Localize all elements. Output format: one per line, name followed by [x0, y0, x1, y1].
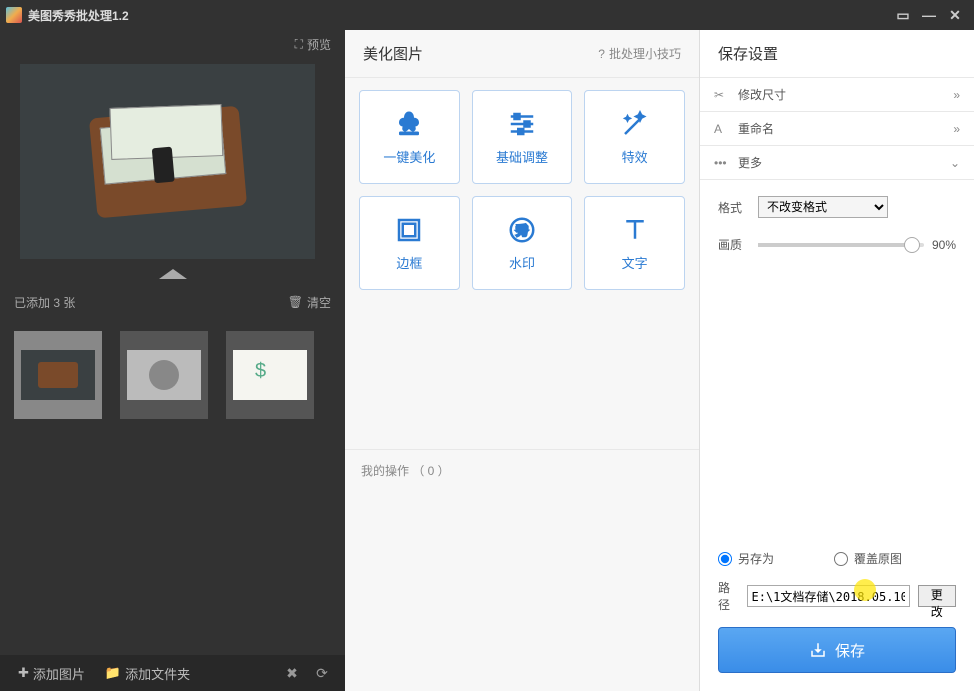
- save-icon: [809, 641, 827, 659]
- tool-text[interactable]: 文字: [584, 196, 685, 290]
- quality-label: 画质: [718, 236, 758, 253]
- sliders-icon: [507, 109, 537, 139]
- text-icon: [620, 215, 650, 245]
- add-folder-button[interactable]: 📁 添加文件夹: [97, 660, 198, 687]
- add-image-label: 添加图片: [33, 664, 85, 683]
- svg-text:秀: 秀: [516, 224, 529, 238]
- accordion-more[interactable]: ••• 更多 ⌄: [700, 146, 974, 180]
- tool-text-label: 文字: [622, 253, 648, 272]
- minimize-button[interactable]: —: [916, 5, 942, 25]
- path-input[interactable]: [747, 585, 910, 607]
- add-folder-label: 添加文件夹: [125, 664, 190, 683]
- add-image-button[interactable]: ✚ 添加图片: [10, 660, 93, 687]
- plus-icon: ✚: [18, 665, 29, 681]
- tool-adjust[interactable]: 基础调整: [472, 90, 573, 184]
- tool-watermark[interactable]: 秀 水印: [472, 196, 573, 290]
- rename-icon: A: [714, 122, 730, 136]
- path-label: 路径: [718, 579, 739, 613]
- thumbnail-3[interactable]: $: [226, 331, 314, 419]
- slider-knob[interactable]: [904, 237, 920, 253]
- tool-effects[interactable]: 特效: [584, 90, 685, 184]
- tool-adjust-label: 基础调整: [496, 147, 548, 166]
- chevron-down-icon: ⌄: [950, 156, 960, 170]
- added-count: 已添加 3 张: [14, 294, 75, 311]
- tool-border-label: 边框: [396, 253, 422, 272]
- remove-button[interactable]: ✖: [279, 660, 305, 686]
- format-select[interactable]: 不改变格式: [758, 196, 888, 218]
- frame-icon: [394, 215, 424, 245]
- close-button[interactable]: ✕: [942, 5, 968, 25]
- tool-border[interactable]: 边框: [359, 196, 460, 290]
- tool-beauty-label: 一键美化: [383, 147, 435, 166]
- thumbnail-2[interactable]: [120, 331, 208, 419]
- save-as-radio[interactable]: 另存为: [718, 550, 774, 567]
- clear-label: 清空: [307, 294, 331, 311]
- right-panel: 保存设置 ✂ 修改尺寸 » A 重命名 » ••• 更多 ⌄ 格式 不改变格式 …: [700, 30, 974, 691]
- beautify-title: 美化图片: [363, 43, 423, 64]
- collapse-up-icon[interactable]: [159, 269, 187, 279]
- quality-slider[interactable]: [758, 243, 924, 247]
- quality-value: 90%: [932, 238, 956, 252]
- save-button[interactable]: 保存: [718, 627, 956, 673]
- preview-label: 预览: [307, 36, 331, 53]
- preview-image: [20, 64, 315, 259]
- preview-icon: ⛶: [295, 37, 303, 52]
- title-bar: 美图秀秀批处理1.2 ▭ — ✕: [0, 0, 974, 30]
- app-title: 美图秀秀批处理1.2: [28, 7, 129, 24]
- feedback-button[interactable]: ▭: [890, 5, 916, 25]
- save-settings-title: 保存设置: [700, 30, 974, 78]
- help-icon: ?: [598, 47, 605, 61]
- flower-icon: [394, 109, 424, 139]
- acc-more-label: 更多: [738, 154, 762, 171]
- accordion-rename[interactable]: A 重命名 »: [700, 112, 974, 146]
- change-path-button[interactable]: 更改: [918, 585, 957, 607]
- save-label: 保存: [835, 640, 865, 661]
- acc-resize-label: 修改尺寸: [738, 86, 786, 103]
- app-logo-icon: [6, 7, 22, 23]
- middle-panel: 美化图片 ? 批处理小技巧 一键美化 基础调整 特效 边框: [345, 30, 700, 691]
- my-operations-body: [345, 491, 699, 691]
- chevron-right-icon: »: [953, 88, 960, 102]
- preview-toggle[interactable]: ⛶ 预览: [0, 30, 345, 58]
- more-icon: •••: [714, 156, 730, 170]
- clear-button[interactable]: 🗑 清空: [288, 294, 331, 311]
- refresh-button[interactable]: ⟳: [309, 660, 335, 686]
- folder-icon: 📁: [105, 665, 121, 681]
- overwrite-radio[interactable]: 覆盖原图: [834, 550, 902, 567]
- chevron-right-icon: »: [953, 122, 960, 136]
- trash-icon: 🗑: [288, 295, 303, 309]
- crop-icon: ✂: [714, 88, 730, 102]
- left-footer: ✚ 添加图片 📁 添加文件夹 ✖ ⟳: [0, 655, 345, 691]
- tool-beauty[interactable]: 一键美化: [359, 90, 460, 184]
- batch-tips-link[interactable]: ? 批处理小技巧: [598, 45, 681, 62]
- my-ops-label: 我的操作 （ 0 ）: [361, 462, 450, 479]
- stamp-icon: 秀: [507, 215, 537, 245]
- accordion-resize[interactable]: ✂ 修改尺寸 »: [700, 78, 974, 112]
- acc-rename-label: 重命名: [738, 120, 774, 137]
- format-label: 格式: [718, 199, 758, 216]
- left-panel: ⛶ 预览 已添加 3 张 🗑 清空 $ ✚ 添加图片: [0, 30, 345, 691]
- wand-icon: [620, 109, 650, 139]
- tips-label: 批处理小技巧: [609, 45, 681, 62]
- tool-watermark-label: 水印: [509, 253, 535, 272]
- thumbnail-1[interactable]: [14, 331, 102, 419]
- thumbnail-strip: $: [0, 317, 345, 433]
- my-operations-header[interactable]: 我的操作 （ 0 ）: [345, 449, 699, 491]
- tool-effects-label: 特效: [622, 147, 648, 166]
